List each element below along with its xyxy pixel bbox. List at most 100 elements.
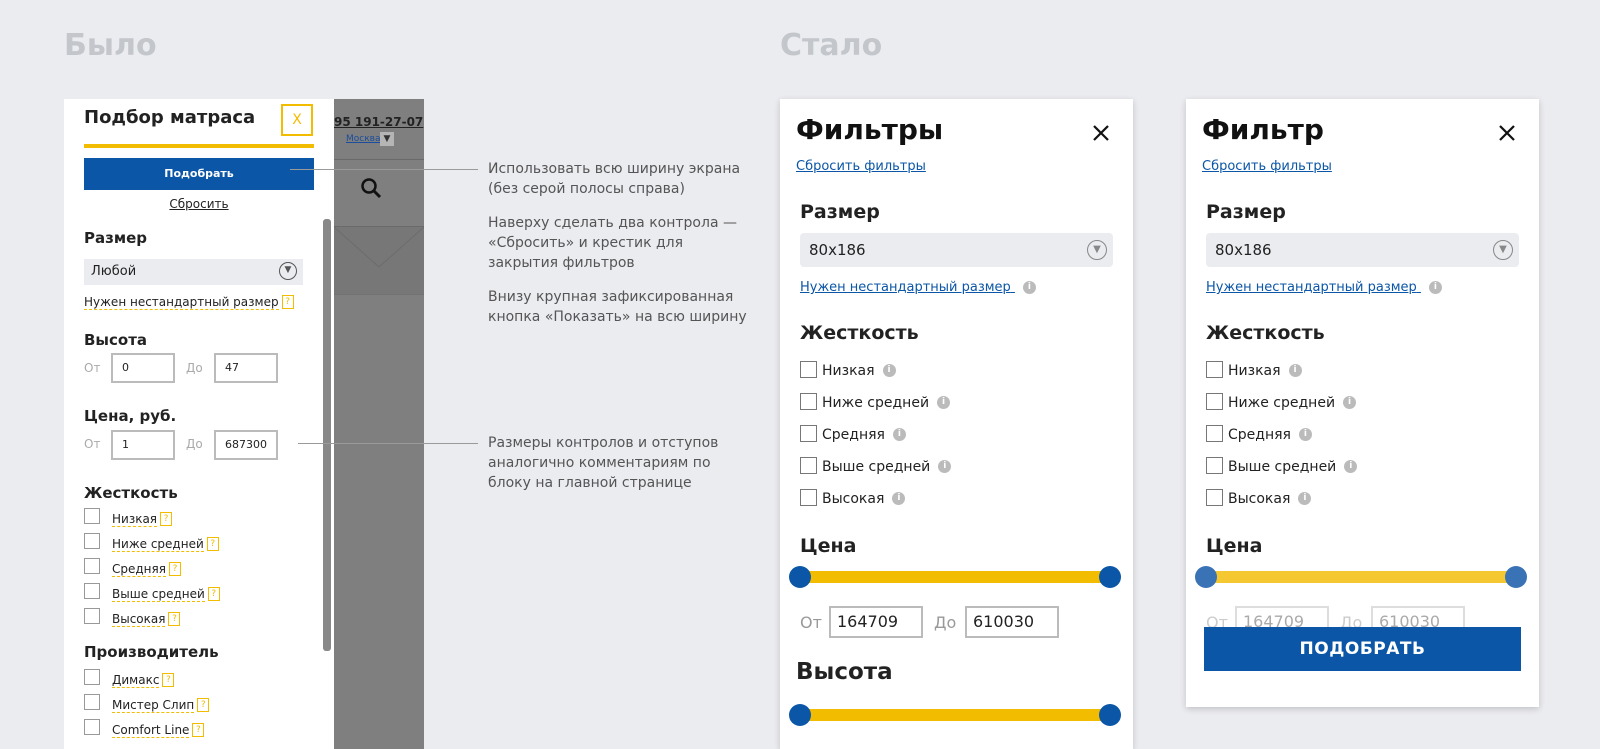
- info-icon[interactable]: i: [1298, 428, 1312, 441]
- old-maker-item: Мистер Слип?: [112, 694, 210, 713]
- panel-a-price-slider-max-handle[interactable]: [1099, 566, 1121, 588]
- checkbox[interactable]: [800, 393, 817, 410]
- info-icon[interactable]: i: [892, 428, 906, 441]
- old-height-from-input[interactable]: 0: [111, 353, 175, 383]
- help-icon[interactable]: ?: [207, 586, 220, 601]
- old-height-to-input[interactable]: 47: [214, 353, 278, 383]
- old-nonstandard-size[interactable]: Нужен нестандартный размер?: [84, 291, 294, 310]
- checkbox[interactable]: [84, 533, 100, 549]
- old-background-page-overlay[interactable]: 95 191-27-07 Москва ▼: [334, 99, 424, 749]
- old-close-button[interactable]: X: [281, 104, 313, 136]
- panel-b-price-slider-min-handle[interactable]: [1195, 566, 1217, 588]
- old-price-to-input[interactable]: 687300: [214, 430, 278, 460]
- heading-before: Было: [64, 28, 157, 63]
- checkbox[interactable]: [1206, 489, 1223, 506]
- close-icon[interactable]: [1497, 123, 1517, 143]
- help-icon[interactable]: ?: [192, 722, 205, 737]
- panel-a-price-to-input[interactable]: 610030: [965, 606, 1059, 638]
- help-icon[interactable]: ?: [197, 697, 210, 712]
- old-firmness-label: Высокая: [112, 612, 166, 627]
- overlay-phone[interactable]: 95 191-27-07: [334, 115, 423, 129]
- old-price-from-input[interactable]: 1: [111, 430, 175, 460]
- checkbox[interactable]: [1206, 457, 1223, 474]
- info-icon[interactable]: i: [892, 492, 906, 505]
- checkbox[interactable]: [800, 457, 817, 474]
- help-icon[interactable]: ?: [168, 611, 181, 626]
- checkbox[interactable]: [800, 361, 817, 378]
- help-icon[interactable]: ?: [162, 672, 175, 687]
- panel-a-price-from-input[interactable]: 164709: [829, 606, 923, 638]
- panel-b-price-slider-max-handle[interactable]: [1505, 566, 1527, 588]
- note-1: Использовать всю ширину экрана (без серо…: [488, 161, 741, 197]
- panel-a-height-heading: Высота: [796, 659, 893, 685]
- close-icon[interactable]: [1091, 123, 1111, 143]
- old-pick-button[interactable]: Подобрать: [84, 158, 314, 190]
- panel-b-size-select[interactable]: 80x186 ▼: [1206, 233, 1519, 267]
- search-icon[interactable]: [360, 177, 382, 199]
- panel-a-height-slider-min-handle[interactable]: [789, 704, 811, 726]
- overlay-divider: [334, 159, 424, 160]
- old-height-to-label: До: [186, 361, 203, 375]
- panel-b-submit-button[interactable]: ПОДОБРАТЬ: [1204, 627, 1521, 671]
- checkbox[interactable]: [84, 508, 100, 524]
- checkbox[interactable]: [1206, 361, 1223, 378]
- old-filter-panel: Подбор матраса X Подобрать Сбросить Разм…: [64, 99, 334, 749]
- checkbox[interactable]: [84, 558, 100, 574]
- panel-a-nonstandard-label: Нужен нестандартный размер: [800, 280, 1011, 295]
- checkbox[interactable]: [800, 425, 817, 442]
- checkbox[interactable]: [800, 489, 817, 506]
- info-icon[interactable]: i: [1343, 396, 1357, 409]
- help-icon[interactable]: ?: [206, 536, 219, 551]
- info-icon[interactable]: i: [1288, 364, 1302, 377]
- info-icon[interactable]: i: [938, 460, 952, 473]
- panel-a-height-slider-max-handle[interactable]: [1099, 704, 1121, 726]
- old-firmness-label: Средняя: [112, 562, 166, 577]
- checkbox[interactable]: [84, 583, 100, 599]
- filters-panel-a: Фильтры Сбросить фильтры Размер 80x186 ▼…: [780, 99, 1133, 749]
- old-firmness-item: Выше средней?: [112, 583, 220, 602]
- old-reset-link[interactable]: Сбросить: [84, 197, 314, 211]
- firmness-item: Высокая i: [1228, 488, 1312, 507]
- panel-b-size-value: 80x186: [1215, 241, 1272, 259]
- checkbox[interactable]: [84, 719, 100, 735]
- panel-a-size-value: 80x186: [809, 241, 866, 259]
- checkbox[interactable]: [1206, 393, 1223, 410]
- panel-b-price-slider-track[interactable]: [1206, 571, 1516, 583]
- panel-a-price-slider-min-handle[interactable]: [789, 566, 811, 588]
- firmness-label: Ниже средней: [1228, 395, 1336, 411]
- panel-b-reset-link[interactable]: Сбросить фильтры: [1202, 159, 1332, 174]
- help-icon[interactable]: ?: [281, 294, 294, 309]
- firmness-item: Средняя i: [822, 424, 906, 443]
- info-icon[interactable]: i: [1344, 460, 1358, 473]
- panel-a-size-select[interactable]: 80x186 ▼: [800, 233, 1113, 267]
- panel-a-price-slider-track[interactable]: [800, 571, 1110, 583]
- old-price-to-label: До: [186, 437, 203, 451]
- info-icon[interactable]: i: [1298, 492, 1312, 505]
- old-size-heading: Размер: [84, 229, 148, 247]
- checkbox[interactable]: [1206, 425, 1223, 442]
- panel-a-reset-link[interactable]: Сбросить фильтры: [796, 159, 926, 174]
- info-icon[interactable]: i: [1022, 281, 1036, 294]
- note-connector-2: [298, 443, 478, 444]
- checkbox[interactable]: [84, 694, 100, 710]
- overlay-city-link[interactable]: Москва: [346, 134, 380, 144]
- info-icon[interactable]: i: [882, 364, 896, 377]
- checkbox[interactable]: [84, 669, 100, 685]
- panel-a-price-heading: Цена: [800, 535, 857, 557]
- firmness-item: Низкая i: [1228, 360, 1302, 379]
- chevron-down-icon[interactable]: ▼: [380, 132, 394, 146]
- panel-b-nonstandard-size[interactable]: Нужен нестандартный размер i: [1206, 280, 1442, 295]
- panel-a-nonstandard-size[interactable]: Нужен нестандартный размер i: [800, 280, 1036, 295]
- help-icon[interactable]: ?: [160, 511, 173, 526]
- help-icon[interactable]: ?: [168, 561, 181, 576]
- firmness-item: Ниже средней i: [1228, 392, 1357, 411]
- old-scrollbar[interactable]: [323, 219, 331, 651]
- old-price-heading: Цена, руб.: [84, 407, 177, 425]
- info-icon[interactable]: i: [1428, 281, 1442, 294]
- panel-a-height-slider-track[interactable]: [800, 709, 1110, 721]
- checkbox[interactable]: [84, 608, 100, 624]
- old-size-select[interactable]: Любой ▼: [84, 259, 303, 285]
- panel-b-price-heading: Цена: [1206, 535, 1263, 557]
- info-icon[interactable]: i: [937, 396, 951, 409]
- panel-a-price-to-label: До: [934, 613, 957, 632]
